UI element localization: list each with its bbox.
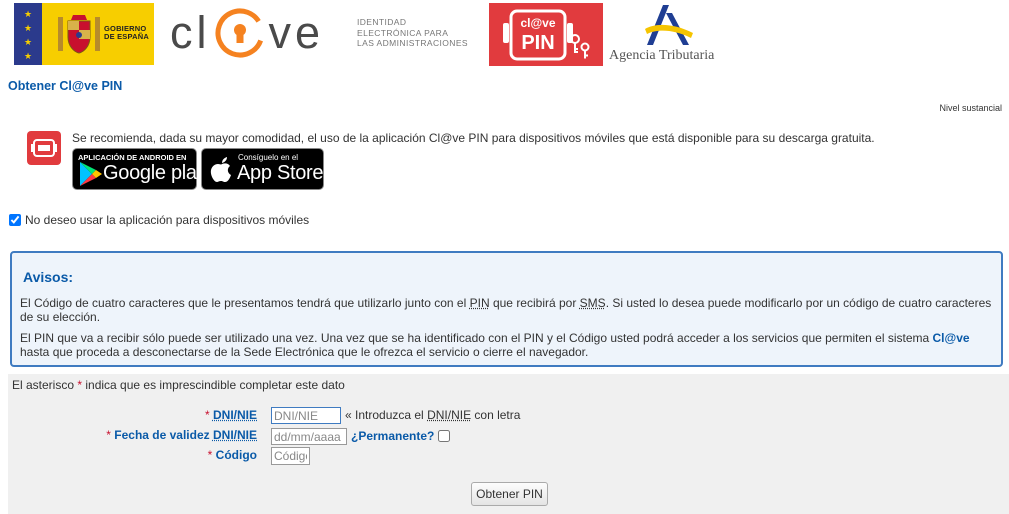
clave-at-icon	[215, 8, 264, 58]
clave-logo-left: cl	[170, 7, 211, 58]
clave-link[interactable]: Cl@ve	[933, 331, 970, 345]
coat-of-arms-icon	[58, 15, 100, 54]
fecha-validez-input[interactable]	[271, 428, 347, 445]
fecha-validez-label: * Fecha de validez DNI/NIE	[106, 428, 257, 442]
dni-label: * DNI/NIE	[204, 408, 257, 422]
no-app-checkbox[interactable]	[9, 214, 21, 226]
pin-request-form: El asterisco * indica que es imprescindi…	[8, 374, 1009, 514]
app-store-button[interactable]: Consíguelo en el App Store	[201, 148, 324, 190]
codigo-label: * Código	[207, 448, 257, 462]
google-play-big-text: Google play	[103, 162, 207, 184]
pin-abbr: PIN	[469, 296, 490, 310]
clave-logo: cl ve	[170, 5, 324, 61]
required-note: El asterisco * indica que es imprescindi…	[12, 378, 345, 392]
app-store-big-text: App Store	[237, 162, 324, 184]
codigo-input[interactable]	[271, 447, 310, 465]
aeat-text: Agencia Tributaria	[609, 48, 715, 63]
avisos-title: Avisos:	[23, 269, 74, 285]
apple-icon	[210, 157, 231, 182]
clave-pin-logo: cl@ve PIN	[489, 3, 603, 66]
star-icons: ★ ★ ★ ★	[23, 9, 33, 61]
dni-hint: « Introduzca el DNI/NIE con letra	[345, 408, 521, 422]
app-recommendation-text: Se recomienda, dada su mayor comodidad, …	[72, 131, 875, 145]
avisos-paragraph-1: El Código de cuatro caracteres que le pr…	[20, 296, 992, 324]
no-app-option[interactable]: No deseo usar la aplicación para disposi…	[9, 213, 309, 227]
avisos-paragraph-2: El PIN que va a recibir sólo puede ser u…	[20, 331, 970, 359]
app-store-small-text: Consíguelo en el	[238, 153, 299, 162]
gobierno-espana-logo: ★ ★ ★ ★ GOBIERNO DE ESPAÑA	[14, 3, 154, 65]
pin-logo-bottom-text: PIN	[521, 32, 554, 54]
clave-logo-right: ve	[268, 7, 325, 58]
security-level: Nivel sustancial	[939, 103, 1002, 113]
phone-pin-icon: cl@ve PIN	[503, 9, 590, 61]
permanente-label: ¿Permanente?	[351, 429, 435, 443]
clave-tagline: IDENTIDAD ELECTRÓNICA PARA LAS ADMINISTR…	[357, 17, 468, 48]
clave-pin-app-icon	[27, 131, 61, 165]
sms-abbr: SMS	[579, 296, 606, 310]
eu-flag-strip: ★ ★ ★ ★	[14, 3, 42, 65]
pin-logo-top-text: cl@ve	[520, 16, 555, 30]
page-title: Obtener Cl@ve PIN	[8, 79, 123, 93]
permanente-checkbox[interactable]	[438, 430, 450, 442]
google-play-icon	[80, 162, 102, 186]
obtener-pin-button[interactable]: Obtener PIN	[471, 482, 548, 506]
aeat-emblem-icon	[645, 5, 693, 45]
gobierno-text: GOBIERNO DE ESPAÑA	[104, 24, 150, 41]
no-app-label: No deseo usar la aplicación para disposi…	[25, 213, 310, 227]
agencia-tributaria-logo: Agencia Tributaria	[609, 3, 721, 65]
avisos-panel: Avisos: El Código de cuatro caracteres q…	[10, 251, 1003, 367]
google-play-button[interactable]: APLICACIÓN DE ANDROID EN Google play	[72, 148, 207, 190]
phone-icon	[31, 139, 57, 157]
google-play-small-text: APLICACIÓN DE ANDROID EN	[78, 153, 187, 162]
dni-input[interactable]	[271, 407, 341, 424]
